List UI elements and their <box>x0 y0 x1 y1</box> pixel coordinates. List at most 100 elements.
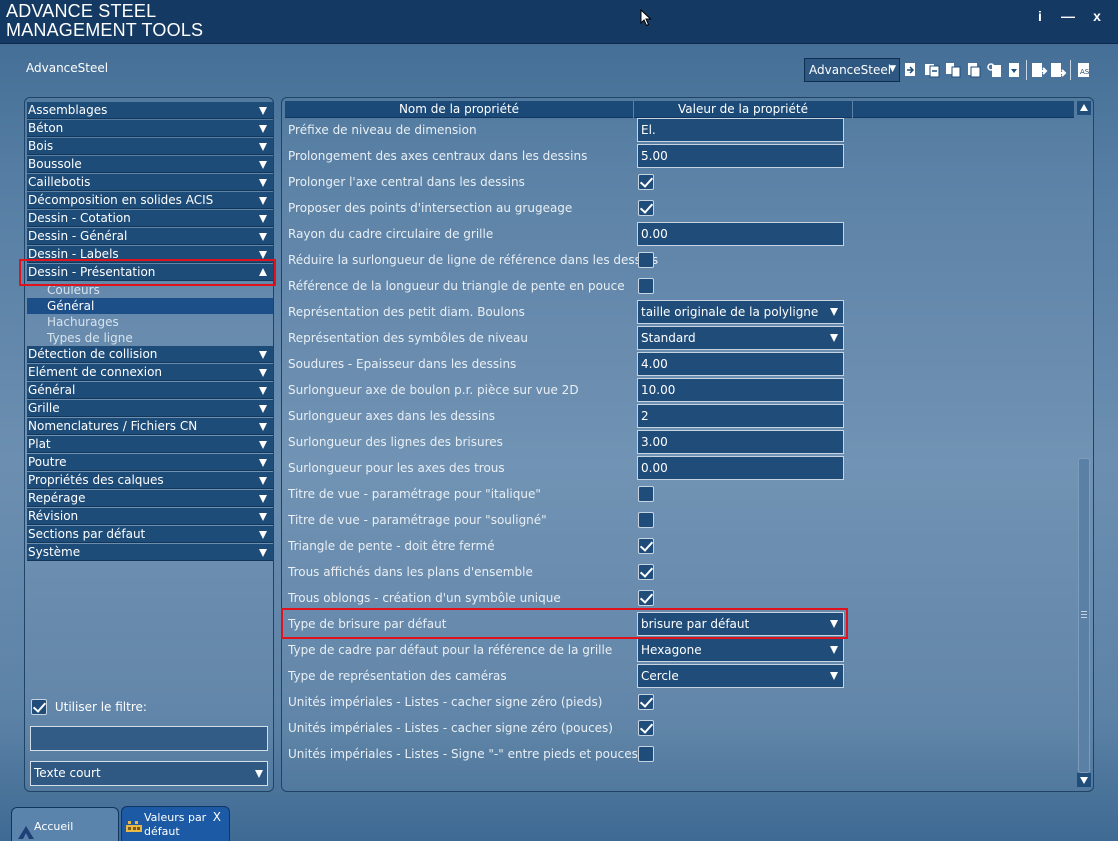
expand-arrow-icon[interactable] <box>259 441 267 449</box>
expand-arrow-icon[interactable] <box>259 107 267 115</box>
property-text-field[interactable]: 5.00 <box>637 144 844 168</box>
property-checkbox[interactable] <box>638 486 654 502</box>
property-checkbox[interactable] <box>638 174 654 190</box>
property-checkbox[interactable] <box>638 252 654 268</box>
property-text-field[interactable]: 0.00 <box>637 222 844 246</box>
expand-arrow-icon[interactable] <box>259 459 267 467</box>
expand-arrow-icon[interactable] <box>259 233 267 241</box>
expand-arrow-icon[interactable] <box>259 549 267 557</box>
category-item[interactable]: Dessin - Général <box>27 228 273 245</box>
search-icon[interactable] <box>986 61 1004 79</box>
expand-arrow-icon[interactable] <box>259 215 267 223</box>
expand-arrow-icon[interactable] <box>259 369 267 377</box>
scroll-up-button[interactable] <box>1077 101 1091 115</box>
expand-arrow-icon[interactable] <box>259 405 267 413</box>
property-text-field[interactable]: El. <box>637 118 844 142</box>
values-table-icon <box>126 821 142 832</box>
database-select[interactable]: AdvanceSteel ▼ <box>804 58 900 82</box>
category-item[interactable]: Bois <box>27 138 273 155</box>
property-checkbox[interactable] <box>638 200 654 216</box>
subcategory-item[interactable]: Types de ligne <box>27 330 273 346</box>
category-item[interactable]: Dessin - Labels <box>27 246 273 263</box>
subcategory-item[interactable]: Général <box>27 298 273 314</box>
category-item[interactable]: Propriétés des calques <box>27 472 273 489</box>
close-button[interactable]: x <box>1087 6 1107 26</box>
property-dropdown[interactable]: Hexagone <box>637 638 844 662</box>
expand-arrow-icon[interactable] <box>259 495 267 503</box>
export-all-icon[interactable] <box>1049 61 1067 79</box>
compare-icon[interactable] <box>944 61 962 79</box>
property-dropdown[interactable]: Cercle <box>637 664 844 688</box>
category-item[interactable]: Boussole <box>27 156 273 173</box>
property-text-field[interactable]: 10.00 <box>637 378 844 402</box>
expand-arrow-icon[interactable] <box>259 251 267 259</box>
expand-arrow-icon[interactable] <box>259 197 267 205</box>
category-item[interactable]: Système <box>27 544 273 561</box>
expand-arrow-icon[interactable] <box>259 351 267 359</box>
property-text-field[interactable]: 2 <box>637 404 844 428</box>
expand-arrow-icon[interactable] <box>259 387 267 395</box>
column-header-value[interactable]: Valeur de la propriété <box>634 101 852 118</box>
subcategory-item[interactable]: Hachurages <box>27 314 273 330</box>
category-item[interactable]: Repérage <box>27 490 273 507</box>
category-item[interactable]: Poutre <box>27 454 273 471</box>
property-dropdown[interactable]: Standard <box>637 326 844 350</box>
export-changed-icon[interactable] <box>1030 61 1048 79</box>
category-item[interactable]: Détection de collision <box>27 346 273 363</box>
tab-home[interactable]: Accueil <box>11 807 119 841</box>
use-filter-checkbox[interactable] <box>31 699 47 715</box>
category-item[interactable]: Plat <box>27 436 273 453</box>
category-item[interactable]: Elément de connexion <box>27 364 273 381</box>
expand-arrow-icon[interactable] <box>259 423 267 431</box>
category-item[interactable]: Caillebotis <box>27 174 273 191</box>
filter-mode-select[interactable]: Texte court <box>30 761 268 786</box>
property-checkbox[interactable] <box>638 694 654 710</box>
expand-arrow-icon[interactable] <box>259 161 267 169</box>
category-item[interactable]: Général <box>27 382 273 399</box>
category-item[interactable]: Dessin - Cotation <box>27 210 273 227</box>
property-checkbox[interactable] <box>638 746 654 762</box>
import-all-icon[interactable] <box>923 61 941 79</box>
column-header-name[interactable]: Nom de la propriété <box>285 101 633 118</box>
category-item[interactable]: Révision <box>27 508 273 525</box>
subcategory-item[interactable]: Couleurs <box>27 282 273 298</box>
property-checkbox[interactable] <box>638 512 654 528</box>
filter-input[interactable] <box>30 726 268 751</box>
property-checkbox[interactable] <box>638 590 654 606</box>
property-checkbox[interactable] <box>638 720 654 736</box>
vertical-scrollbar[interactable] <box>1077 101 1091 787</box>
property-checkbox[interactable] <box>638 564 654 580</box>
expand-arrow-icon[interactable] <box>259 513 267 521</box>
scroll-track[interactable] <box>1077 115 1091 773</box>
expand-arrow-icon[interactable] <box>259 477 267 485</box>
collapse-arrow-icon[interactable] <box>259 268 267 276</box>
category-item[interactable]: Grille <box>27 400 273 417</box>
copy-icon[interactable] <box>965 61 983 79</box>
property-text-field[interactable]: 3.00 <box>637 430 844 454</box>
property-dropdown[interactable]: taille originale de la polyligne <box>637 300 844 324</box>
category-item[interactable]: Dessin - Présentation <box>27 264 273 281</box>
property-checkbox[interactable] <box>638 278 654 294</box>
category-item[interactable]: Assemblages <box>27 102 273 119</box>
property-dropdown[interactable]: brisure par défaut <box>637 612 844 636</box>
scroll-down-button[interactable] <box>1077 773 1091 787</box>
export-icon[interactable] <box>1006 61 1024 79</box>
import-defaults-icon[interactable] <box>902 61 920 79</box>
advance-steel-icon[interactable]: AS <box>1075 61 1093 79</box>
property-text-field[interactable]: 0.00 <box>637 456 844 480</box>
info-button[interactable]: i <box>1030 6 1050 26</box>
tab-default-values[interactable]: Valeurs par défaut X <box>121 806 230 841</box>
expand-arrow-icon[interactable] <box>259 531 267 539</box>
category-item[interactable]: Sections par défaut <box>27 526 273 543</box>
category-item[interactable]: Décomposition en solides ACIS <box>27 192 273 209</box>
property-checkbox[interactable] <box>638 538 654 554</box>
expand-arrow-icon[interactable] <box>259 143 267 151</box>
category-item[interactable]: Nomenclatures / Fichiers CN <box>27 418 273 435</box>
scroll-thumb[interactable] <box>1078 458 1090 773</box>
expand-arrow-icon[interactable] <box>259 125 267 133</box>
category-item[interactable]: Béton <box>27 120 273 137</box>
property-text-field[interactable]: 4.00 <box>637 352 844 376</box>
minimize-button[interactable]: — <box>1058 6 1078 26</box>
tab-close-button[interactable]: X <box>213 810 221 824</box>
expand-arrow-icon[interactable] <box>259 179 267 187</box>
